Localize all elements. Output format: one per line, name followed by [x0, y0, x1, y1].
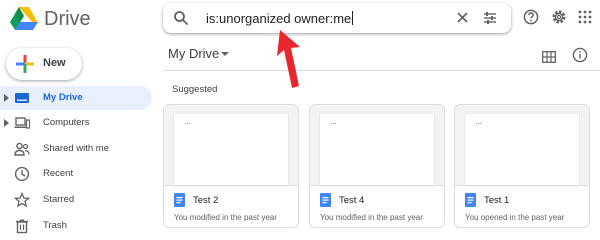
sidebar-item-my-drive[interactable]: My Drive — [0, 86, 152, 110]
app-name[interactable]: Drive — [44, 8, 91, 31]
grid-view-icon[interactable] — [542, 50, 556, 68]
section-title: Suggested — [172, 84, 218, 95]
help-icon[interactable] — [523, 9, 539, 30]
file-title: Test 4 — [339, 195, 365, 206]
sidebar-item-label: Starred — [43, 194, 75, 205]
close-icon[interactable] — [456, 11, 469, 29]
sidebar-item-label: My Drive — [43, 92, 83, 103]
clock-icon — [14, 166, 30, 187]
sidebar-item-label: Recent — [43, 168, 74, 179]
docs-icon — [465, 193, 476, 212]
expand-arrow-icon[interactable] — [4, 94, 9, 102]
header-divider — [163, 70, 600, 71]
sidebar-item-computers[interactable]: Computers — [0, 111, 152, 135]
file-activity: You modified in the past year — [174, 213, 277, 222]
breadcrumb[interactable]: My Drive — [168, 46, 219, 61]
search-icon[interactable] — [173, 10, 189, 31]
info-icon[interactable] — [572, 47, 588, 68]
new-button[interactable]: New — [6, 48, 82, 80]
star-icon — [13, 191, 31, 213]
expand-arrow-icon[interactable] — [4, 119, 9, 127]
sidebar-item-shared-with-me[interactable]: Shared with me — [0, 137, 152, 161]
file-activity: You modified in the past year — [320, 213, 423, 222]
file-card[interactable]: Test 4 You modified in the past year — [309, 104, 445, 228]
sidebar-item-trash[interactable]: Trash — [0, 214, 152, 238]
plus-icon — [16, 55, 34, 78]
computers-icon — [14, 115, 31, 136]
gear-icon[interactable] — [551, 9, 567, 30]
annotation-arrow-icon — [270, 26, 310, 95]
file-card[interactable]: Test 1 You opened in the past year — [454, 104, 590, 228]
file-thumbnail — [310, 105, 444, 186]
file-title: Test 2 — [193, 195, 219, 206]
trash-icon — [14, 218, 30, 239]
sidebar-item-label: Computers — [43, 117, 90, 128]
chevron-down-icon[interactable] — [221, 52, 229, 56]
drive-logo-icon[interactable] — [10, 6, 38, 35]
file-card[interactable]: Test 2 You modified in the past year — [163, 104, 299, 228]
file-thumbnail — [455, 105, 589, 186]
search-input[interactable]: is:unorganized owner:me — [206, 11, 354, 26]
search-options-icon[interactable] — [483, 11, 497, 30]
docs-icon — [320, 193, 331, 212]
sidebar-item-label: Shared with me — [43, 143, 110, 154]
docs-icon — [174, 193, 185, 212]
main-content: My Drive Suggested Test 2 You modified i… — [163, 38, 600, 240]
sidebar: New My Drive Computers Shared with me Re… — [0, 38, 160, 240]
sidebar-item-starred[interactable]: Starred — [0, 188, 152, 212]
my-drive-icon — [14, 90, 30, 111]
new-button-label: New — [43, 57, 66, 69]
search-query: is:unorganized owner:me — [206, 11, 352, 26]
shared-icon — [14, 141, 30, 162]
file-title: Test 1 — [484, 195, 510, 206]
search-bar[interactable]: is:unorganized owner:me — [163, 3, 511, 33]
file-activity: You opened in the past year — [465, 213, 565, 222]
file-thumbnail — [164, 105, 298, 186]
sidebar-item-label: Trash — [43, 220, 67, 231]
sidebar-item-recent[interactable]: Recent — [0, 162, 152, 186]
apps-grid-icon[interactable] — [578, 10, 592, 29]
